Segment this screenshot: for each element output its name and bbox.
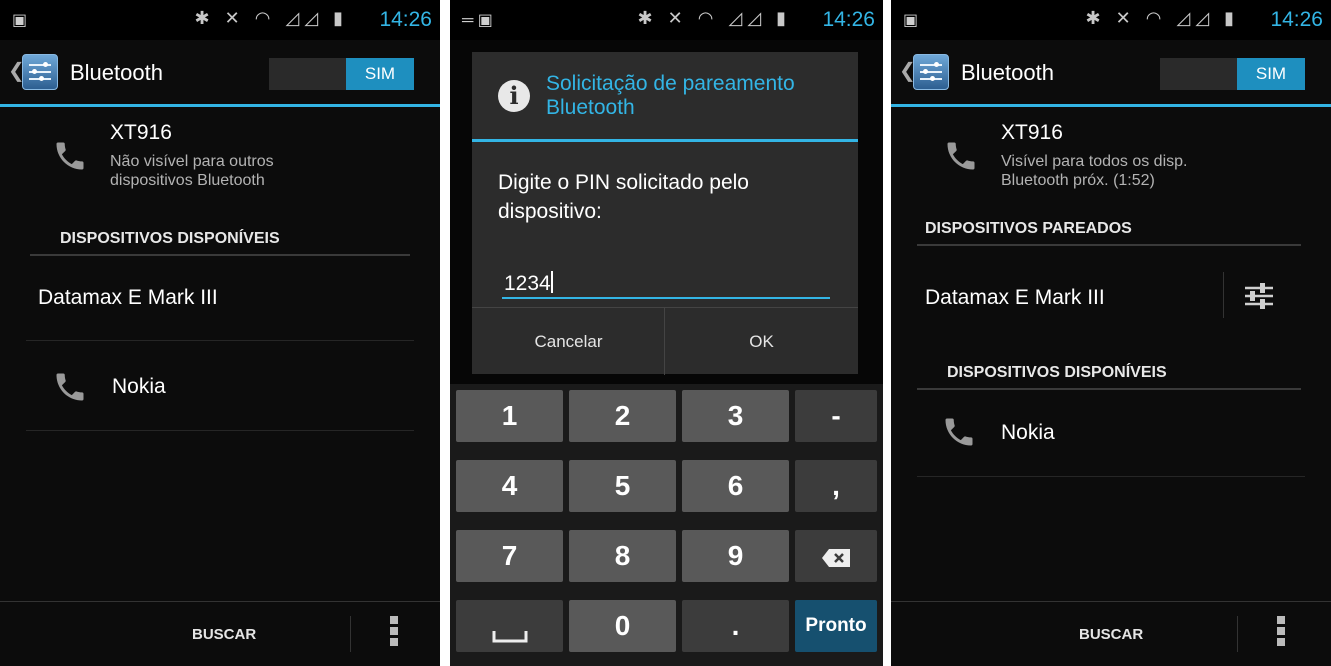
key-6[interactable]: 6	[682, 460, 789, 512]
status-bar: ▣ ✱ ✕ ◠ ◿◿ ▮ 14:26	[891, 0, 1331, 40]
key-8[interactable]: 8	[569, 530, 676, 582]
action-bar: ❮ Bluetooth SIM	[0, 40, 440, 107]
bottom-action-bar: BUSCAR	[891, 601, 1331, 666]
local-device[interactable]: XT916 Visível para todos os disp. Blueto…	[891, 118, 1331, 208]
bluetooth-toggle[interactable]: SIM	[1160, 58, 1305, 90]
visibility-line-2: dispositivos Bluetooth	[110, 172, 265, 189]
done-key[interactable]: Pronto	[795, 600, 877, 652]
screen-bluetooth-visible: ▣ ✱ ✕ ◠ ◿◿ ▮ 14:26 ❮ Bluetooth SIM XT916…	[891, 0, 1331, 666]
gallery-icon: ▣	[903, 12, 919, 29]
status-bar: ▣ ✱ ✕ ◠ ◿◿ ▮ 14:26	[0, 0, 440, 40]
device-label: Datamax E Mark III	[925, 286, 1105, 309]
bottom-action-bar: BUSCAR	[0, 601, 440, 666]
space-bar-icon	[492, 631, 527, 643]
clock: 14:26	[379, 8, 432, 31]
action-bar: ❮ Bluetooth SIM	[891, 40, 1331, 107]
paired-device-row-datamax[interactable]: Datamax E Mark III	[917, 252, 1305, 340]
status-icons: ✱ ✕ ◠ ◿◿ ▮	[1085, 8, 1239, 28]
page-title: Bluetooth	[70, 60, 163, 85]
pairing-request-dialog: i Solicitação de pareamento Bluetooth Di…	[472, 52, 858, 375]
phone-icon	[56, 142, 84, 170]
clock: 14:26	[822, 8, 875, 31]
device-row-nokia[interactable]: Nokia	[917, 388, 1305, 477]
section-available-devices: DISPOSITIVOS DISPONÍVEIS	[917, 364, 1301, 390]
status-icons: ✱ ✕ ◠ ◿◿ ▮	[637, 8, 791, 28]
message-line-1: Digite o PIN solicitado pelo	[498, 171, 749, 194]
key-dash[interactable]: -	[795, 390, 877, 442]
settings-icon[interactable]	[913, 54, 949, 90]
device-label: Datamax E Mark III	[38, 286, 218, 309]
info-icon: i	[498, 80, 530, 112]
pin-input[interactable]: 1234	[502, 271, 830, 299]
dialog-buttons: Cancelar OK	[472, 307, 858, 375]
cancel-button[interactable]: Cancelar	[472, 308, 665, 375]
visibility-line-1: Não visível para outros	[110, 153, 274, 170]
status-icons: ✱ ✕ ◠ ◿◿ ▮	[194, 8, 348, 28]
dialog-title: Solicitação de pareamento Bluetooth	[546, 72, 795, 120]
phone-icon	[56, 373, 84, 401]
local-device[interactable]: XT916 Não visível para outros dispositiv…	[0, 118, 440, 208]
key-7[interactable]: 7	[456, 530, 563, 582]
page-title: Bluetooth	[961, 60, 1054, 85]
device-settings-icon[interactable]	[1241, 280, 1277, 310]
text-cursor	[550, 271, 553, 293]
dialog-title-line-2: Bluetooth	[546, 96, 635, 119]
dialog-title-line-1: Solicitação de pareamento	[546, 72, 795, 95]
gallery-icon: ▣	[12, 12, 28, 29]
space-key[interactable]	[456, 600, 563, 652]
device-row-nokia[interactable]: Nokia	[26, 341, 414, 431]
key-period[interactable]: .	[682, 600, 789, 652]
key-0[interactable]: 0	[569, 600, 676, 652]
visibility-status: Não visível para outros dispositivos Blu…	[110, 152, 274, 190]
scan-button[interactable]: BUSCAR	[1079, 626, 1143, 643]
settings-icon[interactable]	[22, 54, 58, 90]
screen-pairing-dialog: ═ ▣ ✱ ✕ ◠ ◿◿ ▮ 14:26 i Solicitação de pa…	[450, 0, 883, 666]
status-bar: ═ ▣ ✱ ✕ ◠ ◿◿ ▮ 14:26	[450, 0, 883, 40]
divider	[1237, 616, 1238, 652]
toggle-on-label: SIM	[1237, 58, 1305, 90]
toggle-on-label: SIM	[346, 58, 414, 90]
clock: 14:26	[1270, 8, 1323, 31]
key-9[interactable]: 9	[682, 530, 789, 582]
dialog-message: Digite o PIN solicitado pelo dispositivo…	[498, 168, 838, 226]
divider	[350, 616, 351, 652]
device-label: Nokia	[112, 375, 166, 398]
visibility-line-1: Visível para todos os disp.	[1001, 153, 1188, 170]
key-5[interactable]: 5	[569, 460, 676, 512]
numeric-keyboard: 1 2 3 - 4 5 6 , 7 8 9 0 . Pronto	[450, 384, 883, 666]
key-4[interactable]: 4	[456, 460, 563, 512]
overflow-menu-icon[interactable]	[1277, 616, 1285, 649]
key-1[interactable]: 1	[456, 390, 563, 442]
key-comma[interactable]: ,	[795, 460, 877, 512]
message-line-2: dispositivo:	[498, 200, 602, 223]
key-2[interactable]: 2	[569, 390, 676, 442]
section-paired-devices: DISPOSITIVOS PAREADOS	[917, 220, 1301, 246]
pin-value: 1234	[504, 272, 551, 295]
visibility-line-2: Bluetooth próx. (1:52)	[1001, 172, 1155, 189]
bluetooth-toggle[interactable]: SIM	[269, 58, 414, 90]
notification-icons: ═ ▣	[462, 12, 493, 29]
divider	[1223, 272, 1224, 318]
scan-button[interactable]: BUSCAR	[192, 626, 256, 643]
overflow-menu-icon[interactable]	[390, 616, 398, 649]
phone-icon	[947, 142, 975, 170]
device-label: Nokia	[1001, 421, 1055, 444]
device-name: XT916	[110, 121, 172, 144]
dialog-header: i Solicitação de pareamento Bluetooth	[472, 52, 858, 142]
phone-icon	[945, 418, 973, 446]
screen-bluetooth-hidden: ▣ ✱ ✕ ◠ ◿◿ ▮ 14:26 ❮ Bluetooth SIM XT916…	[0, 0, 440, 666]
device-row-datamax[interactable]: Datamax E Mark III	[26, 252, 414, 341]
ok-button[interactable]: OK	[665, 308, 858, 375]
visibility-status: Visível para todos os disp. Bluetooth pr…	[1001, 152, 1187, 190]
backspace-key[interactable]	[795, 530, 877, 582]
backspace-icon	[822, 548, 850, 567]
key-3[interactable]: 3	[682, 390, 789, 442]
device-name: XT916	[1001, 121, 1063, 144]
